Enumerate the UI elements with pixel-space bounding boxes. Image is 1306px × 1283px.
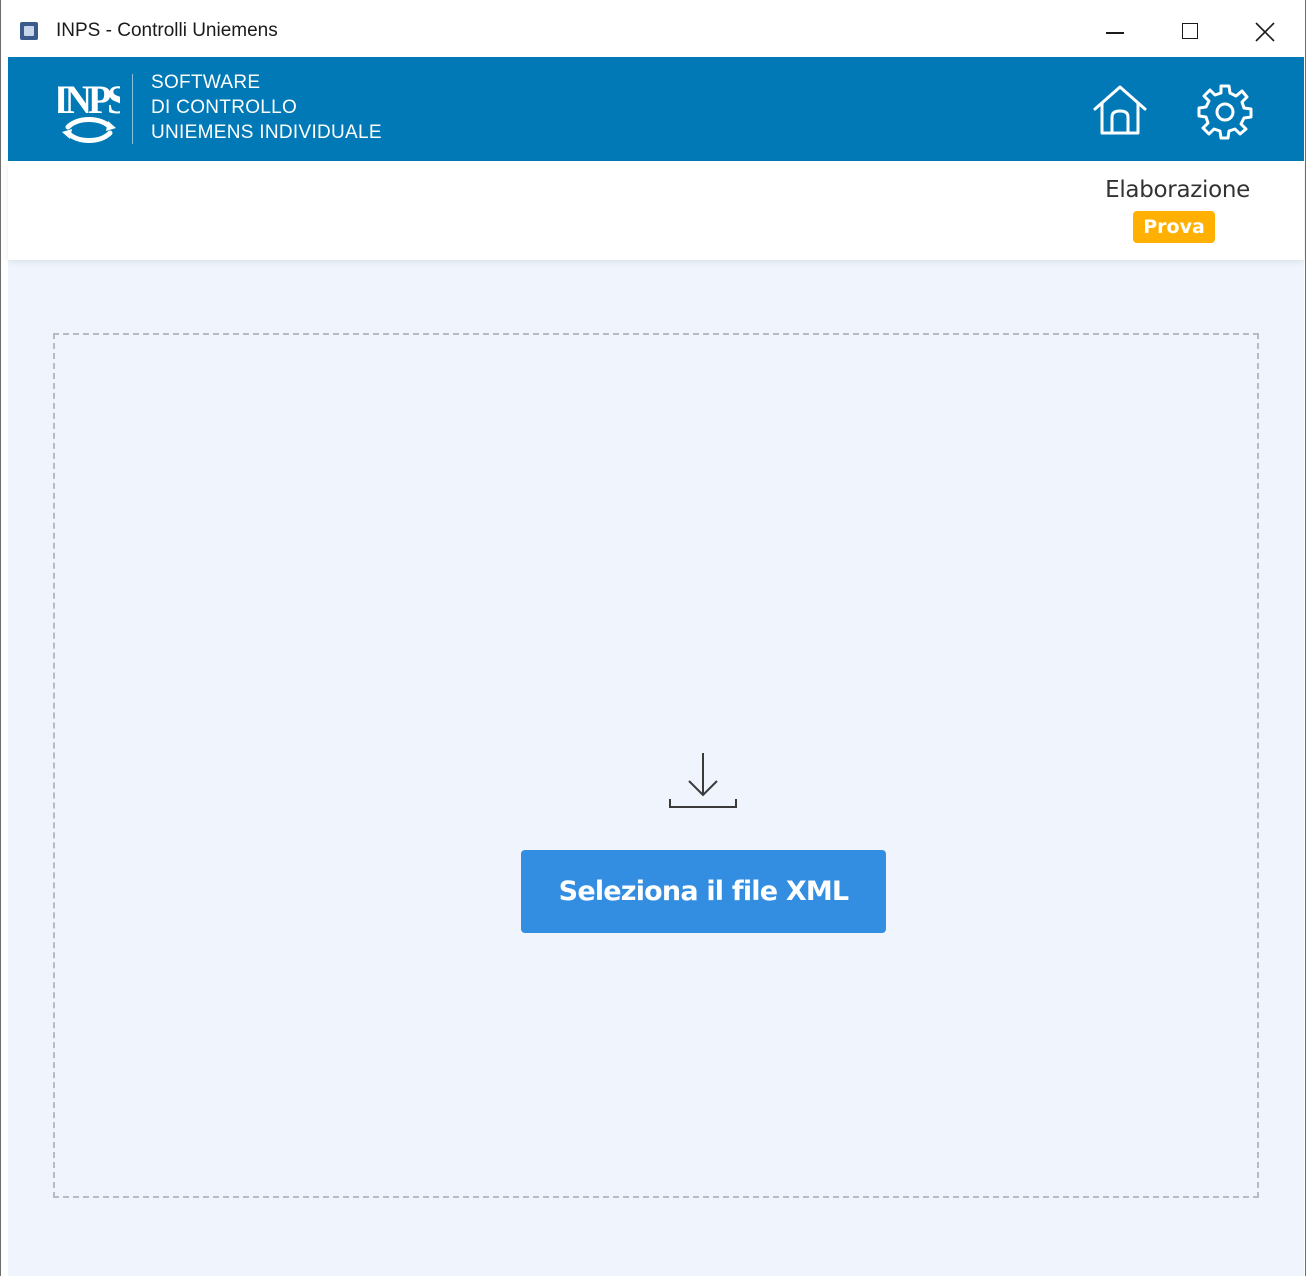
minimize-button[interactable]	[1087, 10, 1143, 54]
maximize-button[interactable]	[1162, 10, 1218, 54]
brand-line-1: SOFTWARE	[151, 72, 261, 93]
app-window: INPS - Controlli Uniemens INPS SOFTWARE …	[0, 0, 1306, 1283]
title-bar: INPS - Controlli Uniemens	[1, 0, 1305, 57]
file-dropzone[interactable]: Seleziona il file XML	[53, 333, 1259, 1198]
elaboration-label: Elaborazione	[1105, 177, 1250, 203]
app-icon	[20, 22, 38, 40]
settings-button[interactable]	[1195, 81, 1255, 141]
home-button[interactable]	[1090, 81, 1150, 141]
brand-line-2: DI CONTROLLO	[151, 97, 298, 118]
svg-text:INPS: INPS	[58, 78, 120, 122]
select-xml-file-button[interactable]: Seleziona il file XML	[521, 850, 886, 933]
mode-badge: Prova	[1133, 211, 1215, 243]
main-content: Seleziona il file XML	[8, 260, 1304, 1276]
brand-line-3: UNIEMENS INDIVIDUALE	[151, 122, 382, 143]
inps-logo: INPS	[58, 78, 120, 143]
app-header: INPS SOFTWARE DI CONTROLLO UNIEMENS INDI…	[8, 57, 1304, 161]
close-icon	[1255, 22, 1275, 42]
logo-divider	[132, 74, 133, 144]
status-bar: Elaborazione Prova	[8, 161, 1304, 260]
window-bottom-edge	[0, 1276, 1306, 1283]
home-icon	[1093, 85, 1147, 135]
window-title: INPS - Controlli Uniemens	[56, 20, 278, 41]
close-button[interactable]	[1237, 10, 1293, 54]
gear-icon	[1197, 84, 1253, 140]
download-icon	[669, 753, 737, 808]
